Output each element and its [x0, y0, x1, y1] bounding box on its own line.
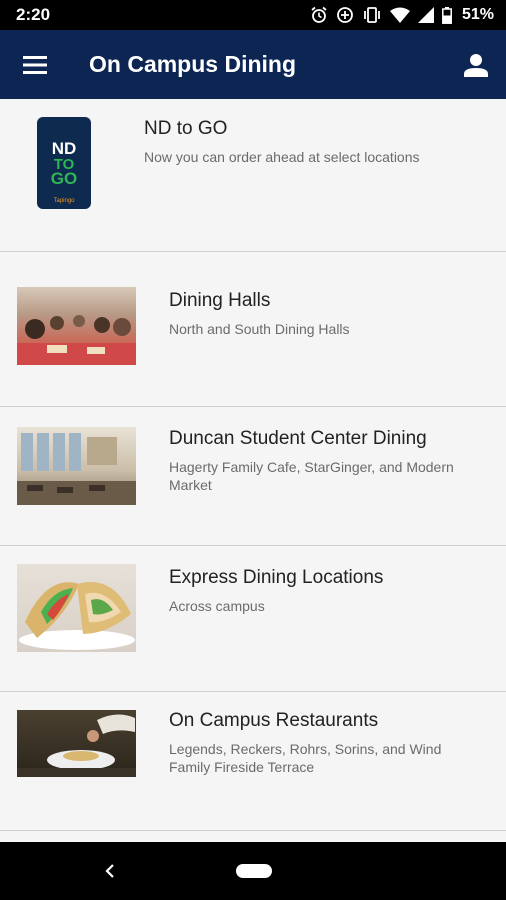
restaurants-title: On Campus Restaurants [169, 710, 379, 731]
menu-icon [23, 55, 47, 74]
app-bar: On Campus Dining [0, 30, 506, 99]
nd-to-go-title: ND to GO [144, 118, 228, 139]
system-nav-bar [0, 842, 506, 900]
back-button[interactable] [98, 859, 122, 883]
wifi-icon [389, 7, 410, 23]
duncan-subtitle: Hagerty Family Cafe, StarGinger, and Mod… [169, 459, 454, 493]
list-item-duncan-student-center[interactable]: Duncan Student Center Dining Hagerty Fam… [0, 407, 506, 546]
back-icon [105, 864, 114, 878]
alarm-icon [311, 6, 327, 23]
dining-list: ND TO GO Tapingo ND to GO Now you can or… [0, 99, 506, 831]
express-dining-title: Express Dining Locations [169, 567, 384, 588]
dining-halls-title: Dining Halls [169, 290, 271, 311]
battery-icon [442, 6, 452, 24]
page-title: On Campus Dining [89, 51, 296, 77]
list-item-nd-to-go[interactable]: ND TO GO Tapingo ND to GO Now you can or… [0, 99, 506, 252]
data-saver-icon [337, 7, 353, 23]
profile-button[interactable] [446, 30, 506, 99]
nd-to-go-logo: ND TO GO Tapingo [37, 117, 91, 209]
list-item-dining-halls[interactable]: Dining Halls North and South Dining Hall… [0, 252, 506, 407]
nd-to-go-subtitle: Now you can order ahead at select locati… [144, 149, 420, 165]
vibrate-icon [364, 7, 380, 23]
dining-halls-photo [17, 287, 136, 365]
status-time: 2:20 [16, 5, 51, 24]
status-bar: 2:20 51% [0, 0, 506, 30]
list-item-express-dining[interactable]: Express Dining Locations Across campus [0, 546, 506, 692]
menu-button[interactable] [0, 30, 70, 99]
express-dining-subtitle: Across campus [169, 598, 265, 614]
signal-icon [417, 7, 434, 23]
home-button[interactable] [236, 864, 272, 878]
svg-text:GO: GO [51, 169, 77, 188]
duncan-title: Duncan Student Center Dining [169, 428, 427, 449]
restaurants-subtitle: Legends, Reckers, Rohrs, Sorins, and Win… [169, 741, 442, 775]
express-dining-photo [17, 564, 136, 652]
restaurants-photo [17, 710, 136, 777]
battery-percent: 51% [461, 6, 494, 23]
list-item-on-campus-restaurants[interactable]: On Campus Restaurants Legends, Reckers, … [0, 692, 506, 831]
svg-text:Tapingo: Tapingo [53, 198, 75, 204]
dining-halls-subtitle: North and South Dining Halls [169, 321, 350, 337]
person-icon [464, 53, 488, 77]
duncan-photo [17, 427, 136, 505]
